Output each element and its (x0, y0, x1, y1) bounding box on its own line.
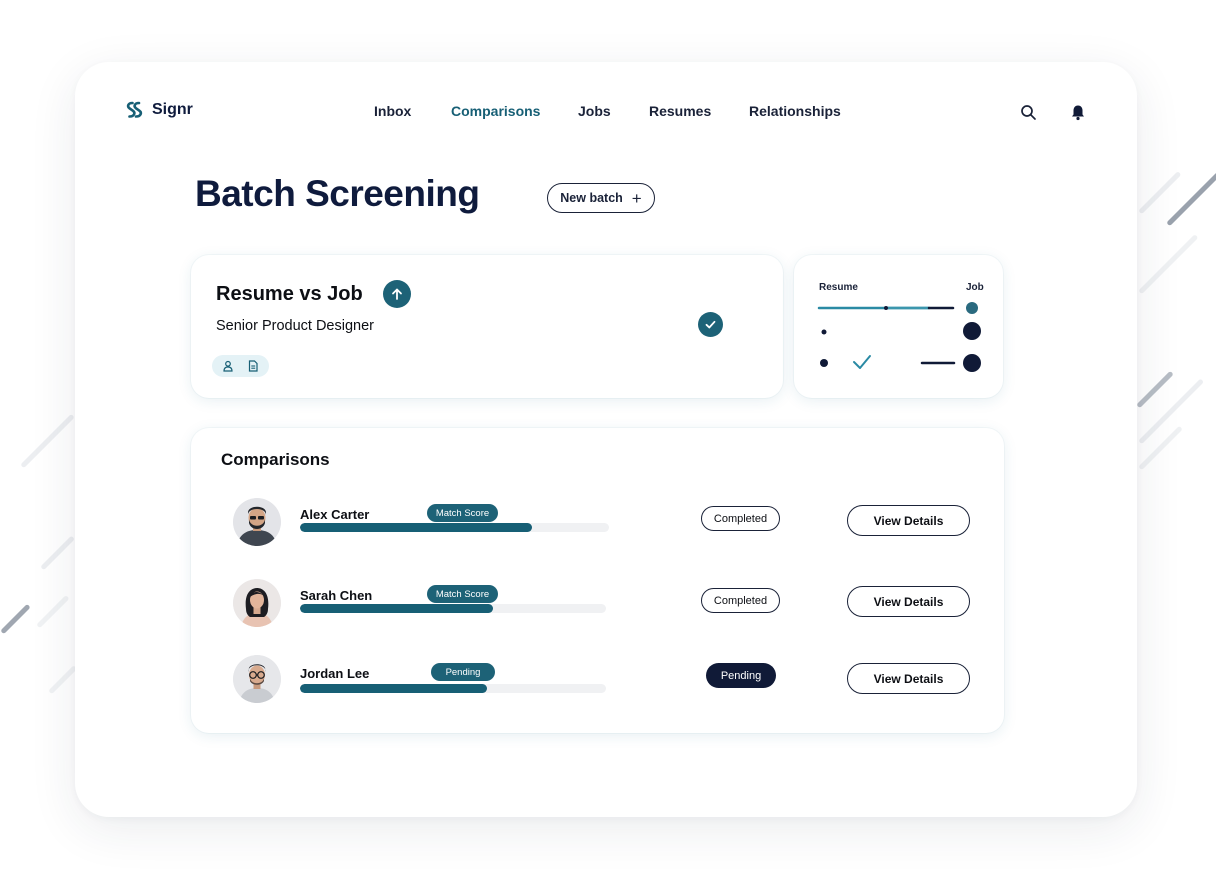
decorative-streak (36, 595, 70, 629)
decorative-streak (20, 413, 75, 469)
candidate-name: Sarah Chen (300, 588, 373, 603)
match-progress-bar (300, 523, 609, 532)
nav-item-resumes[interactable]: Resumes (649, 103, 711, 119)
new-batch-button[interactable]: New batch + (547, 183, 655, 213)
status-badge: Pending (706, 663, 776, 688)
candidate-name: Alex Carter (300, 507, 370, 522)
pending-badge: Pending (431, 663, 495, 681)
match-progress-bar (300, 684, 606, 693)
comparisons-card: Comparisons Alex Carter Match Score Comp… (191, 428, 1004, 733)
avatar (233, 498, 281, 546)
nav-item-comparisons[interactable]: Comparisons (451, 103, 540, 119)
resume-vs-job-card[interactable]: Resume vs Job Senior Product Designer (191, 255, 783, 398)
page-title: Batch Screening (195, 173, 480, 214)
comparisons-title: Comparisons (221, 450, 330, 469)
nav-item-relationships[interactable]: Relationships (749, 103, 841, 119)
card-title: Resume vs Job (216, 283, 363, 305)
match-progress-fill (300, 684, 487, 693)
decorative-streak (40, 535, 75, 571)
status-badge: Completed (701, 588, 780, 613)
match-progress-fill (300, 604, 493, 613)
arrow-up-icon[interactable] (383, 280, 411, 308)
match-score-badge: Match Score (427, 504, 498, 522)
decorative-streak (1138, 234, 1199, 295)
search-icon[interactable] (1018, 102, 1038, 122)
avatar (233, 655, 281, 703)
match-progress-fill (300, 523, 532, 532)
new-batch-label: New batch (560, 191, 623, 205)
view-details-button[interactable]: View Details (847, 586, 970, 617)
view-details-button[interactable]: View Details (847, 505, 970, 536)
avatar (233, 579, 281, 627)
decorative-streak (1138, 171, 1182, 215)
resume-job-mini-card: Resume Job (794, 255, 1003, 398)
decorative-streak (1136, 370, 1174, 409)
view-details-button[interactable]: View Details (847, 663, 970, 694)
nav-item-jobs[interactable]: Jobs (578, 103, 611, 119)
decorative-streak (0, 603, 31, 635)
match-score-badge: Match Score (427, 585, 498, 603)
match-progress-bar (300, 604, 606, 613)
job-title: Senior Product Designer (216, 318, 374, 334)
user-icon[interactable] (221, 359, 235, 373)
nav-item-inbox[interactable]: Inbox (374, 103, 411, 119)
attachment-chips (212, 355, 269, 377)
plus-icon: + (631, 188, 642, 208)
status-badge: Completed (701, 506, 780, 531)
top-nav: Inbox Comparisons Jobs Resumes Relations… (75, 103, 1137, 123)
bell-icon[interactable] (1068, 102, 1088, 122)
candidate-name: Jordan Lee (300, 666, 370, 681)
check-circle-icon[interactable] (698, 312, 723, 337)
decorative-streak (48, 665, 78, 695)
document-icon[interactable] (246, 359, 260, 373)
app-window: Signr Inbox Comparisons Jobs Resumes Rel… (75, 62, 1137, 817)
alignment-graphic (817, 302, 981, 372)
